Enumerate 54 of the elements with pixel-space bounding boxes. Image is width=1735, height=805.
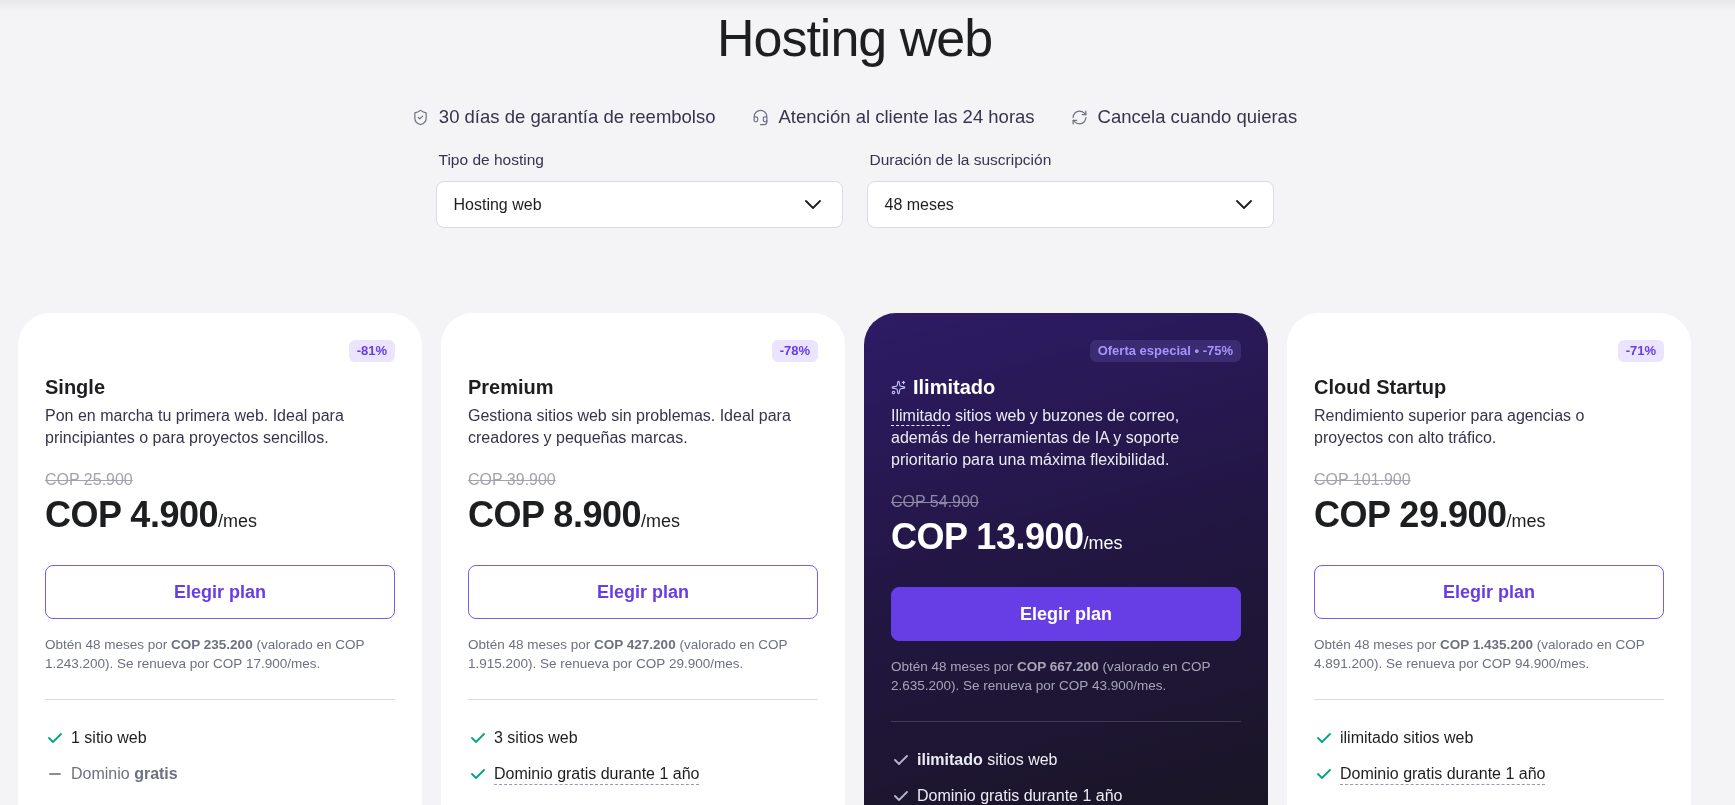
plan-description: Ilimitado sitios web y buzones de correo, además de herramientas de IA y soporte prioritario para una máxima flexibilidad. bbox=[891, 406, 1181, 470]
plan-price: COP 4.900 bbox=[45, 495, 218, 535]
price-period: /mes bbox=[1083, 533, 1123, 554]
plan-name: Premium bbox=[468, 375, 554, 400]
guarantee-text: Atención al cliente las 24 horas bbox=[778, 105, 1035, 129]
tooltip-term[interactable]: Ilimitado bbox=[891, 407, 951, 424]
plan-description: Pon en marcha tu primera web. Ideal para principiantes o para proyectos sencillos. bbox=[45, 406, 345, 448]
choose-plan-button[interactable]: Elegir plan bbox=[468, 565, 818, 619]
original-price: COP 54.900 bbox=[891, 492, 979, 512]
plan-description: Rendimiento superior para agencias o proyectos con alto tráfico. bbox=[1314, 406, 1586, 448]
plan-name: Cloud Startup bbox=[1314, 375, 1447, 400]
discount-badge: -71% bbox=[1617, 340, 1664, 362]
chevron-down-icon bbox=[1235, 200, 1252, 209]
sparkles-icon bbox=[891, 379, 906, 395]
feature-text: Dominio gratis durante 1 año bbox=[1340, 765, 1546, 785]
feature-text: Dominio gratis durante 1 año bbox=[917, 787, 1123, 805]
feature-text: Dominio gratis durante 1 año bbox=[494, 765, 700, 785]
shield-check-icon bbox=[411, 108, 429, 126]
original-price: COP 39.900 bbox=[468, 470, 556, 490]
discount-badge: -81% bbox=[348, 340, 395, 362]
original-price: COP 101.900 bbox=[1314, 470, 1411, 490]
renewal-note: Obtén 48 meses por COP 1.435.200 (valorado en COP 4.891.200). Se renueva por COP 94.900/mes. bbox=[1314, 636, 1646, 673]
guarantee-text: Cancela cuando quieras bbox=[1097, 105, 1298, 129]
select-dropdown[interactable]: 48 meses bbox=[866, 181, 1274, 228]
plan-price: COP 29.900 bbox=[1314, 495, 1507, 535]
choose-plan-button[interactable]: Elegir plan bbox=[1314, 565, 1664, 619]
refresh-icon bbox=[1070, 108, 1088, 126]
discount-badge: Oferta especial • -75% bbox=[1089, 340, 1241, 362]
feature-text: ilimitado sitios web bbox=[917, 751, 1058, 770]
field-label: Duración de la suscripción bbox=[869, 150, 1052, 170]
choose-plan-button[interactable]: Elegir plan bbox=[45, 565, 395, 619]
field-label: Tipo de hosting bbox=[438, 150, 544, 170]
plan-name: Single bbox=[45, 375, 105, 400]
plan-name: Ilimitado bbox=[913, 375, 996, 400]
guarantee-text: 30 días de garantía de reembolso bbox=[438, 105, 716, 129]
plan-price: COP 13.900 bbox=[891, 517, 1084, 557]
select-dropdown[interactable]: Hosting web bbox=[435, 181, 843, 228]
choose-plan-button[interactable]: Elegir plan bbox=[891, 587, 1241, 641]
plan-price: COP 8.900 bbox=[468, 495, 641, 535]
original-price: COP 25.900 bbox=[45, 470, 133, 490]
discount-badge: -78% bbox=[771, 340, 818, 362]
price-period: /mes bbox=[1506, 511, 1546, 532]
renewal-note: Obtén 48 meses por COP 235.200 (valorado en COP 1.243.200). Se renueva por COP 17.900/mes. bbox=[45, 636, 366, 673]
plan-description: Gestiona sitios web sin problemas. Ideal para creadores y pequeñas marcas. bbox=[468, 406, 792, 448]
renewal-note: Obtén 48 meses por COP 427.200 (valorado en COP 1.915.200). Se renueva por COP 29.900/mes. bbox=[468, 636, 789, 673]
feature-text: Dominio gratis bbox=[71, 765, 178, 784]
chevron-down-icon bbox=[804, 200, 821, 209]
renewal-note: Obtén 48 meses por COP 667.200 (valorado en COP 2.635.200). Se renueva por COP 43.900/mes. bbox=[891, 658, 1212, 695]
headset-icon bbox=[751, 108, 769, 126]
feature-text: 3 sitios web bbox=[494, 729, 578, 748]
feature-text: ilimitado sitios web bbox=[1340, 729, 1474, 748]
feature-text: 1 sitio web bbox=[71, 729, 147, 748]
price-period: /mes bbox=[217, 511, 257, 532]
price-period: /mes bbox=[640, 511, 680, 532]
